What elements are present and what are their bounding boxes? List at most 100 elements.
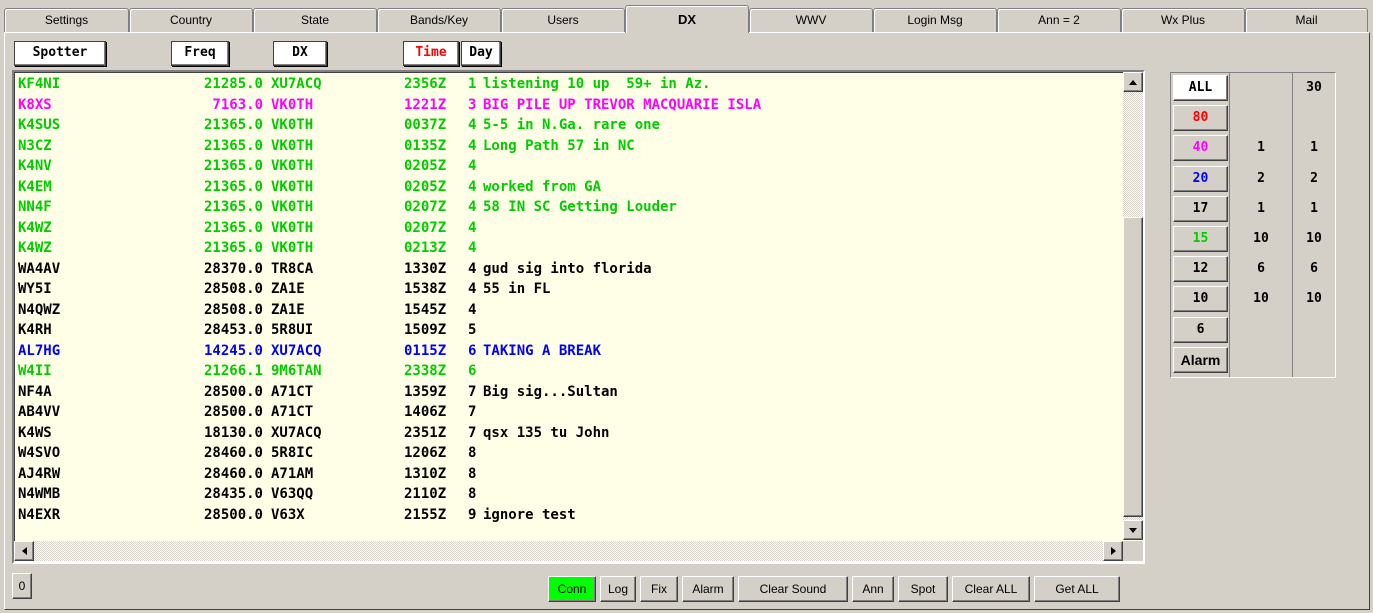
column-header-freq[interactable]: Freq xyxy=(171,41,229,66)
column-header-spotter[interactable]: Spotter xyxy=(14,41,106,66)
spot-day: 8 xyxy=(468,445,477,461)
spot-row[interactable]: AJ4RW 28460.0 A71AM 1310Z 8 xyxy=(15,464,1125,484)
band-button-17[interactable]: 17 xyxy=(1173,195,1228,222)
spot-call: K4RH xyxy=(18,322,52,338)
spot-row[interactable]: K4RH 28453.0 5R8UI 1509Z 5 xyxy=(15,320,1125,340)
band-total: 10 xyxy=(1306,231,1322,246)
spot-day: 1 xyxy=(468,76,477,92)
scroll-left-button[interactable] xyxy=(14,541,34,561)
spot-row[interactable]: K4EM 21365.0 VK0TH 0205Z 4 worked from GA xyxy=(15,177,1125,197)
spot-dx: XU7ACQ xyxy=(271,342,322,359)
spot-button[interactable]: Spot xyxy=(898,576,948,602)
spot-comment: 55 in FL xyxy=(483,281,551,297)
spot-list[interactable]: KF4NI 21285.0 XU7ACQ 2356Z 1 listening 10 up … xyxy=(12,70,1145,564)
tab-country[interactable]: Country xyxy=(129,8,253,32)
spot-row[interactable]: K4NV 21365.0 VK0TH 0205Z 4 xyxy=(15,156,1125,176)
spot-row[interactable]: W4II 21266.1 9M6TAN 2338Z 6 xyxy=(15,361,1125,381)
band-button-alarm[interactable]: Alarm xyxy=(1173,346,1228,373)
band-button-40[interactable]: 40 xyxy=(1173,135,1228,162)
band-button-12[interactable]: 12 xyxy=(1173,256,1228,283)
spot-row[interactable]: K4WZ 21365.0 VK0TH 0207Z 4 xyxy=(15,218,1125,238)
spot-call: N4WMB xyxy=(18,486,61,502)
spot-dx: ZA1E xyxy=(271,301,305,318)
spot-time: 0207Z xyxy=(404,219,447,236)
spot-freq: 28500.0 xyxy=(203,404,263,420)
column-header-time[interactable]: Time xyxy=(403,41,459,66)
fix-button[interactable]: Fix xyxy=(640,576,678,602)
conn-button[interactable]: Conn xyxy=(548,576,596,602)
spot-time: 0037Z xyxy=(404,117,447,133)
spot-call: AB4VV xyxy=(18,404,61,420)
spot-row[interactable]: W4SVO 28460.0 5R8IC 1206Z 8 xyxy=(15,443,1125,463)
spot-row[interactable]: AB4VV 28500.0 A71CT 1406Z 7 xyxy=(15,402,1125,422)
tab-ann-2[interactable]: Ann = 2 xyxy=(997,8,1121,32)
arrow-right-icon xyxy=(1110,547,1116,555)
scroll-down-button[interactable] xyxy=(1123,520,1143,540)
spot-row[interactable]: N4QWZ 28508.0 ZA1E 1545Z 4 xyxy=(15,300,1125,320)
scroll-thumb[interactable] xyxy=(1123,217,1143,517)
tab-users[interactable]: Users xyxy=(501,8,625,32)
spot-row[interactable]: N4EXR 28500.0 V63X 2155Z 9 ignore test xyxy=(15,505,1125,525)
spot-row[interactable]: NF4A 28500.0 A71CT 1359Z 7 Big sig...Sultan xyxy=(15,382,1125,402)
clear-sound-button[interactable]: Clear Sound xyxy=(738,576,848,602)
log-button[interactable]: Log xyxy=(600,576,636,602)
band-count: 10 xyxy=(1253,231,1269,246)
band-filter-panel: ALL 30 80 40 1 1 20 2 2 17 1 1 15 10 10 12 6 6 10 10 10 6 Alar… xyxy=(1170,72,1336,378)
vertical-scrollbar[interactable] xyxy=(1123,72,1143,540)
spot-call: N4EXR xyxy=(18,506,61,523)
spot-row[interactable]: WY5I 28508.0 ZA1E 1538Z 4 55 in FL xyxy=(15,279,1125,299)
band-button-all[interactable]: ALL xyxy=(1173,75,1228,101)
column-header-dx[interactable]: DX xyxy=(273,41,327,66)
band-button-20[interactable]: 20 xyxy=(1173,165,1228,192)
spot-time: 2155Z xyxy=(404,506,447,523)
spot-comment: TAKING A BREAK xyxy=(483,342,602,359)
tab-bands-key[interactable]: Bands/Key xyxy=(377,8,501,32)
spot-freq: 21365.0 xyxy=(203,158,263,174)
spot-freq: 21365.0 xyxy=(203,137,263,154)
spot-row[interactable]: K4WZ 21365.0 VK0TH 0213Z 4 xyxy=(15,238,1125,258)
spot-freq: 21365.0 xyxy=(203,117,263,133)
spot-row[interactable]: N3CZ 21365.0 VK0TH 0135Z 4 Long Path 57 in NC xyxy=(15,136,1125,156)
zero-button[interactable]: 0 xyxy=(12,573,32,599)
spot-row[interactable]: WA4AV 28370.0 TR8CA 1330Z 4 gud sig into flor… xyxy=(15,259,1125,279)
spot-row[interactable]: N4WMB 28435.0 V63QQ 2110Z 8 xyxy=(15,484,1125,504)
scroll-right-button[interactable] xyxy=(1103,541,1123,561)
band-button-15[interactable]: 15 xyxy=(1173,226,1228,252)
band-button-10[interactable]: 10 xyxy=(1173,286,1228,313)
horizontal-scrollbar[interactable] xyxy=(14,541,1123,561)
tab-settings[interactable]: Settings xyxy=(4,8,129,32)
band-button-6[interactable]: 6 xyxy=(1173,316,1228,343)
tab-mail[interactable]: Mail xyxy=(1245,8,1368,32)
spot-freq: 18130.0 xyxy=(203,424,263,441)
spot-time: 0135Z xyxy=(404,137,447,154)
ann-button[interactable]: Ann xyxy=(852,576,894,602)
alarm-button[interactable]: Alarm xyxy=(682,576,734,602)
get-all-button[interactable]: Get ALL xyxy=(1034,576,1120,602)
spot-comment: BIG PILE UP TREVOR MACQUARIE ISLA xyxy=(483,96,762,113)
spot-comment: Big sig...Sultan xyxy=(483,383,618,400)
spot-freq: 21365.0 xyxy=(203,219,263,236)
spot-dx: VK0TH xyxy=(271,158,314,174)
spot-day: 4 xyxy=(468,301,477,318)
spot-row[interactable]: KF4NI 21285.0 XU7ACQ 2356Z 1 listening 10 up … xyxy=(15,74,1125,94)
tab-dx[interactable]: DX xyxy=(625,5,749,33)
spot-row[interactable]: K8XS 7163.0 VK0TH 1221Z 3 BIG PILE UP TREVOR … xyxy=(15,95,1125,115)
spot-row[interactable]: K4SUS 21365.0 VK0TH 0037Z 4 5-5 in N.Ga. rare… xyxy=(15,115,1125,135)
column-header-day[interactable]: Day xyxy=(461,41,501,66)
tab-wwv[interactable]: WWV xyxy=(749,8,873,32)
spot-row[interactable]: AL7HG 14245.0 XU7ACQ 0115Z 6 TAKING A BREAK xyxy=(15,341,1125,361)
spot-dx: TR8CA xyxy=(271,260,314,277)
spot-row[interactable]: K4WS 18130.0 XU7ACQ 2351Z 7 qsx 135 tu John xyxy=(15,423,1125,443)
tab-login-msg[interactable]: Login Msg xyxy=(873,8,997,32)
spot-row[interactable]: NN4F 21365.0 VK0TH 0207Z 4 58 IN SC Getting L… xyxy=(15,197,1125,217)
spot-time: 1221Z xyxy=(404,96,447,113)
spot-dx: 5R8UI xyxy=(271,322,314,338)
band-button-80[interactable]: 80 xyxy=(1173,105,1228,132)
tab-state[interactable]: State xyxy=(253,8,377,32)
tab-wx-plus[interactable]: Wx Plus xyxy=(1121,8,1245,32)
clear-all-button[interactable]: Clear ALL xyxy=(952,576,1030,602)
scroll-up-button[interactable] xyxy=(1123,72,1143,92)
spot-call: NN4F xyxy=(18,199,52,215)
band-count-column xyxy=(1230,73,1293,377)
band-count: 6 xyxy=(1257,261,1265,277)
